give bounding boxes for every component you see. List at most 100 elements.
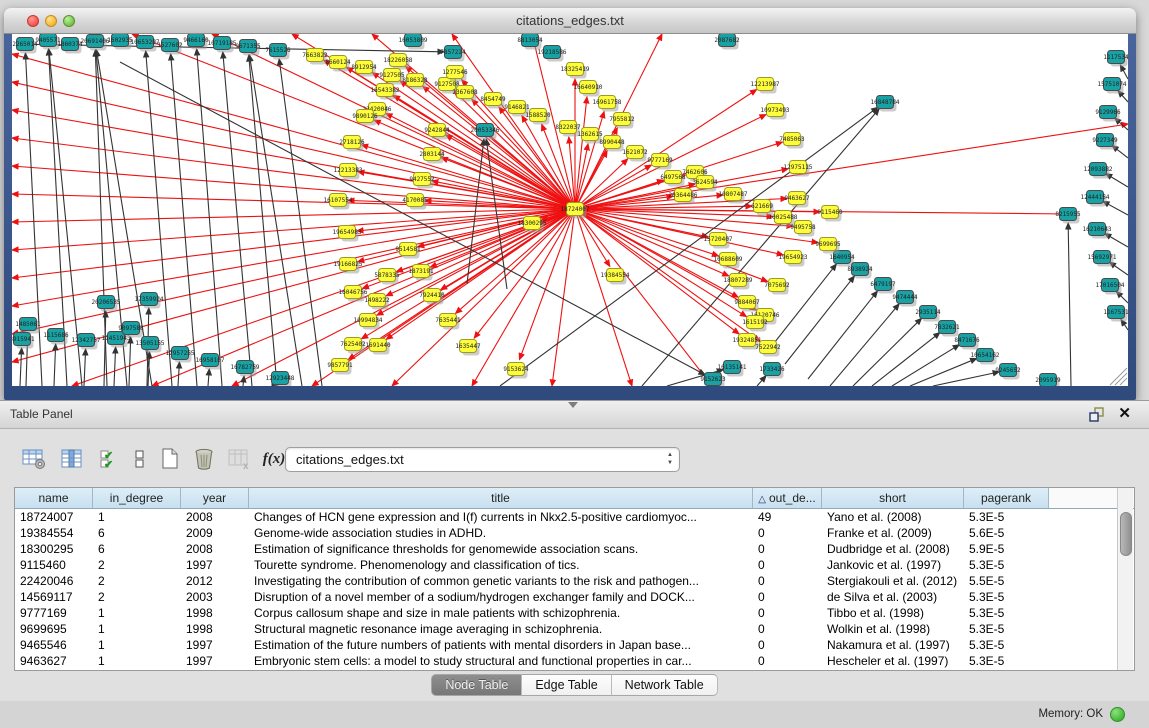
- graph-node[interactable]: 7485063: [779, 133, 805, 149]
- graph-node[interactable]: 16640910: [574, 81, 603, 97]
- graph-node[interactable]: 13505155: [136, 337, 165, 353]
- graph-node[interactable]: 20206535: [92, 296, 121, 312]
- graph-node[interactable]: 2265014: [12, 38, 38, 54]
- table-row[interactable]: 1938455462009Genome-wide association stu…: [15, 525, 1134, 541]
- graph-node[interactable]: 1733426: [759, 363, 785, 379]
- table-row[interactable]: 969969511998Structural magnetic resonanc…: [15, 621, 1134, 637]
- graph-node[interactable]: 15751074: [1098, 78, 1127, 94]
- graph-node[interactable]: 1635447: [455, 340, 481, 356]
- graph-node[interactable]: 9242844: [424, 124, 450, 140]
- graph-node[interactable]: 9495758: [790, 221, 816, 237]
- create-new-table-icon[interactable]: [156, 445, 184, 473]
- graph-node[interactable]: 7955812: [609, 113, 635, 129]
- graph-node[interactable]: 9884067: [734, 296, 760, 312]
- graph-node[interactable]: 10994834: [354, 314, 383, 330]
- graph-node[interactable]: 12342757: [72, 334, 101, 350]
- graph-node[interactable]: 6479197: [870, 278, 896, 294]
- graph-node[interactable]: 20691406: [81, 35, 110, 51]
- table-row[interactable]: 977716911998Corpus callosum shape and si…: [15, 605, 1134, 621]
- graph-node[interactable]: 12923448: [266, 372, 295, 387]
- graph-node[interactable]: 10973493: [761, 104, 790, 120]
- select-all-rows-icon[interactable]: ✔ ✔: [96, 445, 124, 473]
- graph-node[interactable]: 15720407: [704, 233, 733, 249]
- graph-node[interactable]: 1691440: [365, 339, 391, 355]
- graph-node[interactable]: 1485061: [15, 318, 41, 334]
- table-row[interactable]: 946554611997Estimation of the future num…: [15, 637, 1134, 653]
- graph-node[interactable]: 8990448: [599, 136, 625, 152]
- graph-node[interactable]: 10807487: [719, 188, 748, 204]
- graph-node[interactable]: 16053809: [399, 34, 428, 50]
- graph-node[interactable]: 3915941: [12, 333, 35, 349]
- graph-node[interactable]: 18226058: [384, 54, 413, 70]
- window-titlebar[interactable]: citations_edges.txt: [4, 8, 1136, 34]
- table-select-dropdown[interactable]: citations_edges.txt ▲▼: [285, 447, 680, 472]
- tab-network-table[interactable]: Network Table: [612, 674, 718, 696]
- graph-node[interactable]: 8912954: [351, 61, 377, 77]
- graph-node[interactable]: 7075692: [764, 279, 790, 295]
- graph-node[interactable]: 7635441: [435, 314, 461, 330]
- graph-node[interactable]: 1115686: [43, 329, 69, 345]
- float-panel-icon[interactable]: [1089, 407, 1105, 422]
- delete-table-icon[interactable]: [190, 445, 218, 473]
- graph-node[interactable]: 2718126: [339, 136, 365, 152]
- graph-node[interactable]: 1117534: [1103, 51, 1128, 67]
- table-row[interactable]: 2242004622012Investigating the contribut…: [15, 573, 1134, 589]
- graph-node[interactable]: 2087682: [714, 34, 740, 50]
- graph-node[interactable]: 9427552: [409, 173, 435, 189]
- graph-node[interactable]: 10654162: [971, 349, 1000, 365]
- graph-node[interactable]: 8660124: [325, 56, 351, 72]
- graph-node[interactable]: 2095919: [1035, 374, 1061, 387]
- network-canvas[interactable]: 2265014940557118603742069140616029351065…: [12, 34, 1128, 386]
- graph-node[interactable]: 10719185: [208, 37, 237, 53]
- graph-node[interactable]: 16210643: [1083, 223, 1112, 239]
- show-columns-icon[interactable]: [58, 445, 86, 473]
- table-row[interactable]: 1830029562008Estimation of significance …: [15, 541, 1134, 557]
- graph-node[interactable]: 8471676: [954, 334, 980, 350]
- memory-status-indicator[interactable]: [1110, 707, 1125, 722]
- graph-node[interactable]: 19654923: [779, 251, 808, 267]
- graph-node[interactable]: 9671355: [235, 40, 261, 56]
- vertical-scrollbar[interactable]: [1117, 488, 1133, 670]
- graph-node[interactable]: 7522942: [755, 341, 781, 357]
- graph-node[interactable]: 9514581: [395, 243, 421, 259]
- graph-node[interactable]: 15692971: [1088, 251, 1117, 267]
- scrollbar-thumb[interactable]: [1120, 512, 1132, 556]
- column-header-short[interactable]: short: [822, 488, 964, 509]
- close-panel-icon[interactable]: ✕: [1118, 404, 1131, 422]
- graph-node[interactable]: 9153624: [503, 363, 529, 379]
- table-row[interactable]: 1872400712008Changes of HCN gene express…: [15, 509, 1134, 525]
- graph-node[interactable]: 17016504: [1096, 279, 1125, 295]
- graph-node[interactable]: 7663822: [302, 49, 328, 65]
- graph-node[interactable]: 16782759: [231, 361, 260, 377]
- graph-node[interactable]: 9127505: [379, 69, 405, 85]
- graph-node[interactable]: 16135141: [718, 361, 747, 377]
- graph-node[interactable]: 18325419: [561, 63, 590, 79]
- graph-node[interactable]: 8813054: [517, 34, 543, 50]
- graph-node[interactable]: 8938924: [847, 263, 873, 279]
- graph-node[interactable]: 9699695: [815, 238, 841, 254]
- column-header-in-degree[interactable]: in_degree: [93, 488, 181, 509]
- panel-resize-notch[interactable]: [568, 402, 578, 408]
- graph-node[interactable]: 8215955: [1055, 208, 1081, 224]
- table-settings-icon[interactable]: [20, 445, 48, 473]
- graph-node[interactable]: 12093882: [1084, 163, 1113, 179]
- column-header-year[interactable]: year: [181, 488, 249, 509]
- table-row[interactable]: 1456911722003Disruption of a novel membe…: [15, 589, 1134, 605]
- graph-node[interactable]: 12444154: [1081, 191, 1110, 207]
- graph-node[interactable]: 1588520: [525, 109, 551, 125]
- column-header-out-de-[interactable]: △out_de...: [753, 488, 822, 509]
- graph-node[interactable]: 1860374: [57, 38, 83, 54]
- graph-node[interactable]: 4170085: [402, 194, 428, 210]
- graph-node[interactable]: 16107554: [324, 194, 353, 210]
- graph-node[interactable]: 10688609: [714, 253, 743, 269]
- graph-node[interactable]: 9129966: [1095, 106, 1121, 122]
- row-height-icon[interactable]: [126, 445, 154, 473]
- graph-node[interactable]: 16961758: [593, 96, 622, 112]
- column-header-pagerank[interactable]: pagerank: [964, 488, 1049, 509]
- graph-node[interactable]: 19218586: [538, 46, 567, 62]
- graph-node[interactable]: 1621072: [622, 146, 648, 162]
- graph-node[interactable]: 1167531: [1103, 306, 1128, 322]
- graph-node[interactable]: 3624594: [692, 176, 718, 192]
- graph-node[interactable]: 19654983: [333, 226, 362, 242]
- graph-node[interactable]: 20053346: [471, 124, 500, 140]
